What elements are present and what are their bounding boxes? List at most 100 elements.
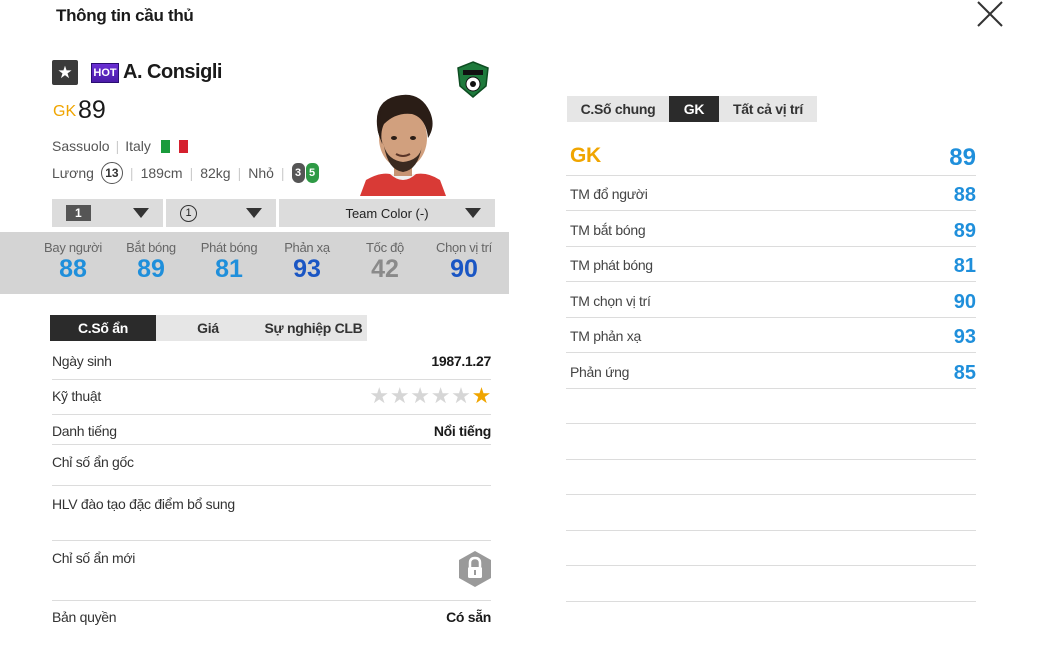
lock-icon[interactable] [457, 550, 493, 588]
left-tab-bar: C.Số ẩn Giá Sự nghiệp CLB [50, 315, 367, 341]
divider [566, 281, 976, 282]
level-dropdown[interactable]: 1 [52, 199, 163, 227]
star-icon: ★ [451, 383, 471, 408]
gk-stat-label: TM đổ người [570, 186, 648, 202]
tab-all-positions[interactable]: Tất cả vị trí [719, 96, 817, 122]
tab-gk[interactable]: GK [669, 96, 719, 122]
birth-value: 1987.1.27 [431, 353, 491, 369]
physical-line: Lương 13 | 189cm | 82kg | Nhỏ | 3 5 [52, 162, 319, 184]
position-label: GK [570, 144, 601, 167]
hidden-orig-label: Chỉ số ẩn gốc [52, 454, 134, 470]
chevron-down-icon [246, 208, 262, 218]
main-stat-value: 42 [371, 255, 399, 283]
divider [566, 458, 976, 460]
gk-stat-value: 89 [953, 219, 976, 242]
skill-label: Kỹ thuật [52, 388, 101, 404]
main-stat-label: Chọn vị trí [436, 240, 492, 255]
divider [566, 494, 976, 495]
gk-stat-label: TM chọn vị trí [570, 292, 651, 309]
main-stat-value: 90 [450, 255, 478, 283]
gk-stat-label: TM phản xạ [570, 328, 641, 344]
player-name: A. Consigli [123, 61, 222, 83]
gk-stat-row: TM bắt bóng 89 [566, 220, 976, 244]
divider: | [189, 165, 194, 181]
gk-stat-label: TM phát bóng [570, 257, 653, 273]
height: 189cm [140, 165, 183, 181]
star-icon: ★ [389, 383, 410, 408]
main-stat-label: Phản xạ [284, 240, 330, 255]
body-type: Nhỏ [248, 165, 274, 181]
club-logo-icon [457, 61, 489, 98]
divider [566, 352, 976, 353]
divider [566, 175, 976, 176]
divider [566, 565, 976, 566]
training-dropdown[interactable]: 1 [166, 199, 276, 227]
star-icon: ★ [471, 383, 492, 408]
gk-stat-row: TM phản xạ 93 [566, 326, 976, 350]
weak-foot-icon: 3 [291, 163, 305, 183]
club-name: Sassuolo [52, 138, 110, 154]
position-rating: 89 [949, 144, 976, 171]
reputation-value: Nổi tiếng [433, 423, 491, 439]
player-position: GK [53, 103, 77, 120]
birth-label: Ngày sinh [52, 353, 112, 369]
divider [566, 245, 976, 247]
divider: | [280, 165, 285, 181]
gk-stat-row: TM chọn vị trí 90 [566, 291, 976, 315]
main-stat: Bắt bóng 89 [112, 240, 190, 283]
gk-stat-row: Phản ứng 85 [566, 362, 976, 386]
gk-stat-value: 85 [953, 361, 976, 384]
gk-stat-value: 93 [953, 326, 976, 348]
tab-hidden-stats[interactable]: C.Số ẩn [50, 315, 156, 341]
divider: | [129, 165, 134, 181]
chevron-down-icon [464, 208, 481, 218]
coach-label: HLV đào tạo đặc điểm bổ sung [52, 496, 235, 512]
team-color-dropdown[interactable]: Team Color (-) [279, 199, 495, 227]
level-value: 1 [66, 205, 91, 221]
foot-rating: 3 5 [291, 163, 319, 183]
divider [52, 485, 491, 486]
dialog-title: Thông tin cầu thủ [56, 6, 194, 25]
tab-club-career[interactable]: Sự nghiệp CLB [260, 315, 367, 341]
divider [52, 600, 491, 601]
gk-stat-value: 81 [953, 255, 976, 277]
divider [52, 414, 491, 415]
star-icon: ★ [369, 383, 389, 408]
close-icon[interactable] [974, 0, 1006, 28]
main-stat: Phát bóng 81 [190, 240, 268, 283]
chevron-down-icon [133, 208, 149, 218]
player-ovr: 89 [78, 96, 106, 124]
nation-name: Italy [125, 138, 151, 154]
tab-price[interactable]: Giá [156, 315, 260, 341]
license-label: Bản quyền [52, 609, 117, 625]
main-stat-label: Phát bóng [200, 240, 258, 255]
favorite-star-icon[interactable]: ★ [52, 60, 78, 85]
gk-stat-value: 90 [953, 290, 976, 313]
position-rating-header: GK 89 [566, 144, 976, 174]
right-tab-bar: C.Số chung GK Tất cả vị trí [567, 96, 817, 122]
club-nation-line: Sassuolo | Italy [52, 138, 188, 154]
main-stat: Phản xạ 93 [268, 240, 346, 283]
tab-general-stats[interactable]: C.Số chung [567, 96, 669, 122]
divider [566, 600, 976, 602]
main-stat-value: 89 [137, 255, 165, 283]
new-hidden-label: Chỉ số ẩn mới [52, 550, 136, 566]
star-icon: ★ [430, 383, 451, 408]
gk-stat-value: 88 [953, 184, 976, 206]
gk-stat-label: TM bắt bóng [570, 221, 646, 238]
main-stat-value: 93 [293, 255, 321, 283]
team-color-value: Team Color (-) [345, 205, 429, 221]
gk-stat-row: TM phát bóng 81 [566, 255, 976, 279]
divider [566, 387, 976, 389]
gk-stat-row: TM đổ người 88 [566, 184, 976, 208]
main-stat-value: 88 [59, 255, 87, 283]
divider [52, 540, 491, 541]
salary-label: Lương [52, 165, 94, 181]
main-stat-value: 81 [215, 255, 243, 283]
main-stat: Bay người 88 [34, 240, 112, 283]
main-stat-label: Bay người [44, 240, 102, 255]
main-stat: Tốc độ 42 [346, 240, 424, 283]
weight: 82kg [200, 165, 231, 181]
license-value: Có sẵn [446, 609, 491, 625]
divider [566, 423, 976, 424]
